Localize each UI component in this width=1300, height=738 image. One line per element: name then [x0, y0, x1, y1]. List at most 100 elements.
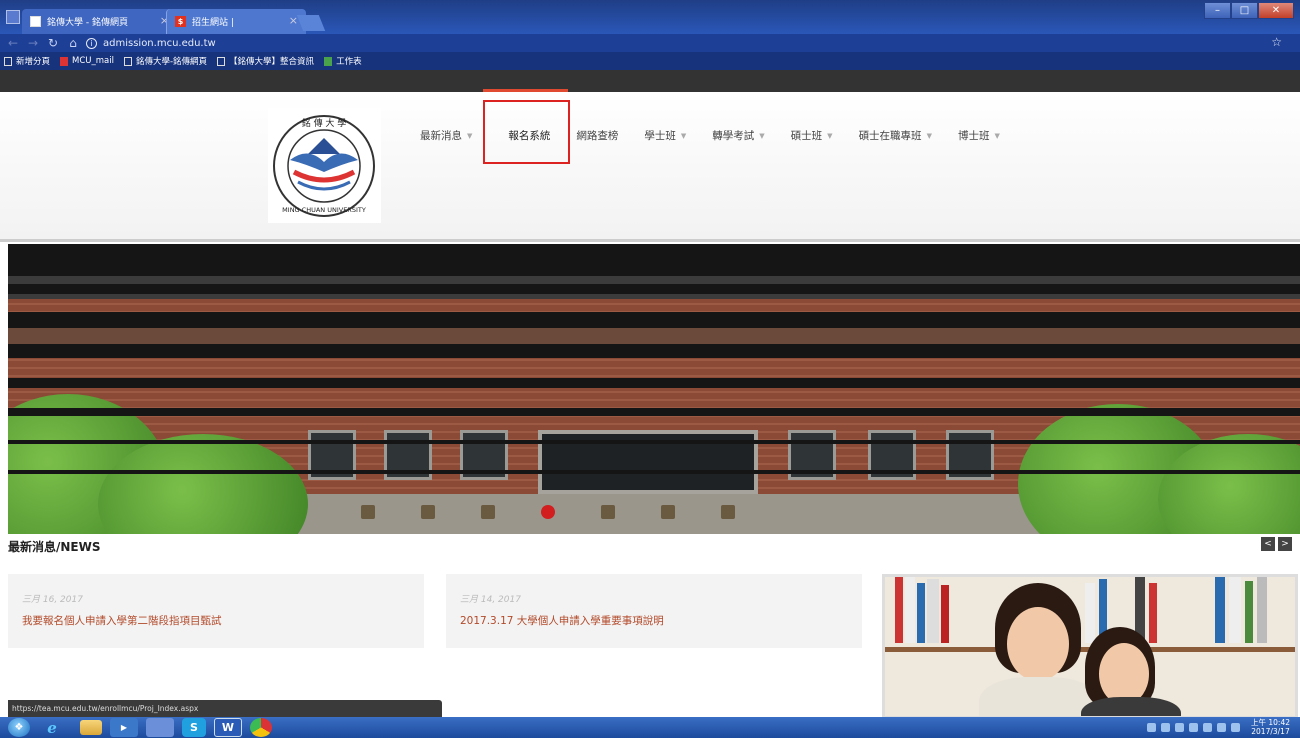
- page-icon: [30, 16, 41, 27]
- nav-latest-news[interactable]: 最新消息 ▼: [420, 128, 472, 143]
- forward-arrow-icon[interactable]: →: [26, 36, 40, 50]
- address-bar: ← → ↻ ⌂ i admission.mcu.edu.tw ☆: [0, 34, 1300, 52]
- overlay-stripe: [8, 470, 1300, 474]
- url-field[interactable]: i admission.mcu.edu.tw: [86, 37, 216, 49]
- bookmark-mcu-mail[interactable]: MCU_mail: [60, 56, 114, 66]
- media-player-icon[interactable]: ▶: [110, 718, 138, 737]
- bookmark-new-tab[interactable]: 新增分頁: [4, 55, 50, 67]
- site-top-strip: [0, 70, 1300, 92]
- nav-online-results[interactable]: 網路查榜: [576, 128, 618, 143]
- network-icon[interactable]: [1203, 722, 1212, 732]
- book: [917, 583, 925, 643]
- news-date: 三月 16, 2017: [22, 595, 83, 605]
- nav-label: 碩士班: [790, 130, 823, 142]
- active-nav-accent: [483, 89, 568, 92]
- news-date: 三月 14, 2017: [460, 595, 521, 605]
- chevron-right-icon[interactable]: >: [1278, 537, 1292, 551]
- home-icon[interactable]: ⌂: [66, 36, 80, 50]
- news-pager: < >: [1261, 537, 1292, 551]
- skype-icon[interactable]: S: [182, 718, 206, 737]
- browser-title-bar: 銘傳大學 - 銘傳網頁 × $ 招生網站 | × – □ ✕: [0, 0, 1300, 34]
- mail-icon: [60, 56, 69, 66]
- nav-executive-master[interactable]: 碩士在職專班 ▼: [859, 128, 932, 143]
- book: [1215, 577, 1225, 643]
- internet-explorer-icon[interactable]: e: [38, 718, 66, 737]
- url-text: admission.mcu.edu.tw: [103, 37, 216, 49]
- window-menu-icon[interactable]: [6, 10, 20, 24]
- person-shirt: [1081, 697, 1181, 716]
- overlay-stripe: [8, 244, 1300, 276]
- dropdown-caret-icon: ▼: [467, 131, 473, 140]
- link-status-bubble: https://tea.mcu.edu.tw/enrollmcu/Proj_In…: [8, 700, 442, 717]
- bookmark-worksheet[interactable]: 工作表: [324, 55, 362, 67]
- highlight-box: [483, 100, 570, 164]
- dollar-favicon-icon: $: [175, 16, 186, 27]
- page-icon: [123, 56, 132, 66]
- overlay-stripe: [8, 408, 1300, 416]
- bookmark-label: MCU_mail: [72, 56, 114, 66]
- logo-seal-icon: 銘 傳 大 學 MING CHUAN UNIVERSITY: [273, 115, 375, 217]
- file-explorer-icon[interactable]: [80, 720, 102, 735]
- dropdown-caret-icon: ▼: [926, 131, 932, 140]
- nav-doctoral[interactable]: 博士班 ▼: [958, 128, 1000, 143]
- clock-time: 上午 10:42: [1251, 718, 1290, 727]
- minimize-icon[interactable]: –: [1204, 2, 1231, 19]
- bookmark-mcu-homepage[interactable]: 銘傳大學-銘傳網頁: [123, 55, 208, 67]
- nav-transfer-exam[interactable]: 轉學考試 ▼: [712, 128, 764, 143]
- news-heading: 最新消息/NEWS: [8, 540, 101, 554]
- page-icon: [4, 56, 12, 66]
- chrome-icon[interactable]: [250, 718, 272, 737]
- network-app-icon[interactable]: [146, 718, 174, 737]
- building-sign: [338, 500, 758, 524]
- dropdown-caret-icon: ▼: [827, 131, 833, 140]
- chevron-left-icon[interactable]: <: [1261, 537, 1275, 551]
- nav-bachelor[interactable]: 學士班 ▼: [644, 128, 686, 143]
- back-arrow-icon[interactable]: ←: [6, 36, 20, 50]
- tray-icon[interactable]: [1175, 722, 1184, 732]
- nav-label: 轉學考試: [712, 130, 755, 142]
- overlay-stripe: [8, 378, 1300, 388]
- bookmark-star-icon[interactable]: ☆: [1271, 35, 1282, 49]
- book: [1245, 581, 1253, 643]
- overlay-stripe: [8, 284, 1300, 294]
- nav-master[interactable]: 碩士班 ▼: [791, 128, 833, 143]
- flag-icon[interactable]: [1217, 722, 1226, 732]
- dropdown-caret-icon: ▼: [680, 131, 687, 140]
- book: [1085, 583, 1095, 643]
- checkmark-icon: [324, 56, 333, 66]
- screen: 銘傳大學 - 銘傳網頁 × $ 招生網站 | × – □ ✕ ← → ↻ ⌂ i…: [0, 0, 1300, 738]
- bookmark-label: 工作表: [336, 57, 362, 67]
- start-button-icon[interactable]: ❖: [8, 718, 30, 737]
- clock[interactable]: 上午 10:42 2017/3/17: [1251, 718, 1290, 736]
- book: [1149, 583, 1157, 643]
- bookmark-label: 銘傳大學-銘傳網頁: [135, 57, 208, 67]
- nav-label: 學士班: [644, 130, 676, 142]
- volume-icon[interactable]: [1231, 722, 1240, 732]
- book: [905, 577, 915, 643]
- svg-text:MING CHUAN UNIVERSITY: MING CHUAN UNIVERSITY: [282, 206, 366, 214]
- book: [941, 585, 949, 643]
- news-link[interactable]: 我要報名個人申請入學第二階段指項目甄試: [22, 613, 410, 628]
- dropdown-caret-icon: ▼: [994, 131, 1000, 140]
- word-icon[interactable]: W: [214, 718, 242, 737]
- news-link[interactable]: 2017.3.17 大學個人申請入學重要事項說明: [460, 613, 848, 628]
- reload-icon[interactable]: ↻: [46, 36, 60, 50]
- sign-char: [721, 505, 735, 519]
- clock-date: 2017/3/17: [1251, 727, 1290, 736]
- maximize-icon[interactable]: □: [1231, 2, 1258, 19]
- overlay-stripe: [8, 440, 1300, 444]
- bookmark-mcu-portal[interactable]: 【銘傳大學】整合資訊: [217, 55, 314, 67]
- tab-admission-site[interactable]: $ 招生網站 | ×: [166, 9, 306, 34]
- dropdown-caret-icon: ▼: [759, 131, 765, 140]
- overlay-stripe: [8, 312, 1300, 328]
- tab-mcu-homepage[interactable]: 銘傳大學 - 銘傳網頁 ×: [22, 9, 177, 34]
- system-tray: 上午 10:42 2017/3/17: [1147, 718, 1290, 736]
- book: [927, 579, 939, 643]
- university-logo[interactable]: 銘 傳 大 學 MING CHUAN UNIVERSITY: [268, 108, 381, 223]
- help-icon[interactable]: [1161, 722, 1170, 732]
- info-icon[interactable]: i: [86, 37, 97, 49]
- nav-label: 最新消息: [420, 130, 462, 142]
- close-window-icon[interactable]: ✕: [1258, 2, 1294, 19]
- tray-icon[interactable]: [1189, 722, 1198, 732]
- tray-icon[interactable]: [1147, 722, 1156, 732]
